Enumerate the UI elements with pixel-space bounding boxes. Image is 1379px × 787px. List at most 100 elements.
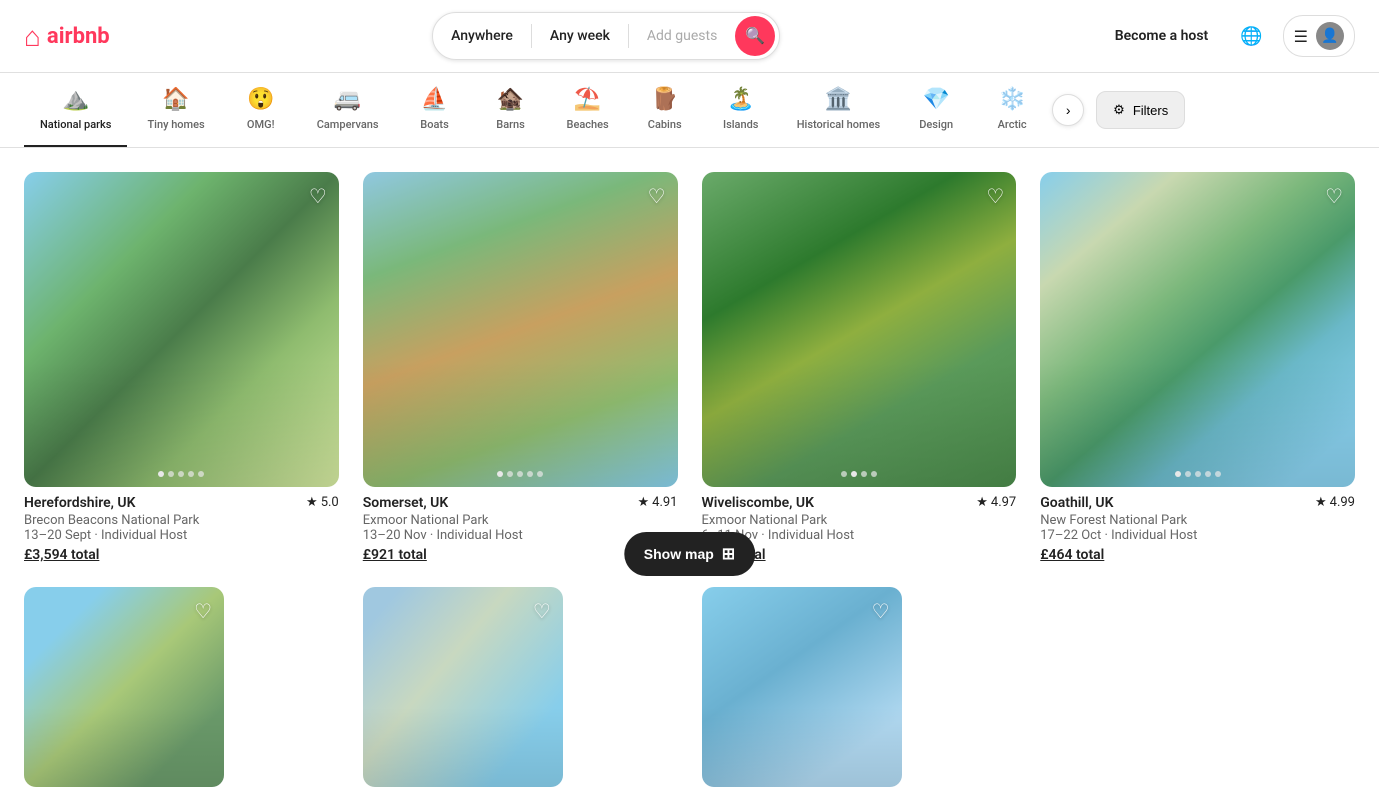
category-design[interactable]: 💎 Design: [900, 73, 972, 147]
category-boats[interactable]: ⛵ Boats: [399, 73, 471, 147]
dot: [1185, 471, 1191, 477]
listing-info: Goathill, UK ★ 4.99 New Forest National …: [1040, 487, 1355, 563]
listing-card[interactable]: ♡: [24, 587, 339, 787]
campervans-icon: 🚐: [334, 87, 361, 112]
dot: [1175, 471, 1181, 477]
star-icon: ★: [1315, 495, 1327, 510]
image-dots: [497, 471, 543, 477]
category-barns[interactable]: 🏚️ Barns: [475, 73, 547, 147]
category-beaches[interactable]: ⛱️ Beaches: [551, 73, 625, 147]
tiny-homes-label: Tiny homes: [147, 118, 204, 131]
language-button[interactable]: 🌐: [1232, 18, 1270, 55]
wishlist-button[interactable]: ♡: [648, 184, 666, 209]
image-dots: [841, 471, 877, 477]
listing-image: ♡: [1040, 172, 1355, 487]
location-text: Anywhere: [451, 28, 513, 44]
cabins-icon: 🪵: [651, 87, 678, 112]
dot: [851, 471, 857, 477]
barns-label: Barns: [496, 118, 525, 131]
listing-rating: ★ 4.99: [1315, 495, 1355, 510]
campervans-label: Campervans: [317, 118, 379, 131]
boats-label: Boats: [420, 118, 448, 131]
design-label: Design: [919, 118, 953, 131]
become-host-link[interactable]: Become a host: [1103, 20, 1220, 52]
search-dates[interactable]: Any week: [532, 13, 628, 59]
main-content: ♡ Herefordshire, UK ★ 5.0 Breco: [0, 148, 1379, 787]
national-parks-label: National parks: [40, 118, 111, 131]
dot: [1205, 471, 1211, 477]
header: ⌂ airbnb Anywhere Any week Add guests 🔍 …: [0, 0, 1379, 73]
arctic-label: Arctic: [998, 118, 1027, 131]
logo[interactable]: ⌂ airbnb: [24, 20, 110, 53]
category-omg[interactable]: 😲 OMG!: [225, 73, 297, 147]
dot: [507, 471, 513, 477]
listing-rating: ★ 4.91: [637, 495, 677, 510]
wishlist-button[interactable]: ♡: [533, 599, 551, 624]
dot: [1195, 471, 1201, 477]
listing-subtitle: Brecon Beacons National Park: [24, 513, 339, 528]
category-cabins[interactable]: 🪵 Cabins: [629, 73, 701, 147]
airbnb-logo-icon: ⌂: [24, 20, 41, 53]
dot: [178, 471, 184, 477]
guests-placeholder: Add guests: [647, 28, 717, 44]
star-icon: ★: [637, 495, 649, 510]
dot: [497, 471, 503, 477]
search-guests[interactable]: Add guests: [629, 13, 735, 59]
listing-card[interactable]: ♡ Goathill, UK ★ 4.99 New Fores: [1040, 172, 1355, 563]
listing-card[interactable]: ♡ Wiveliscombe, UK ★ 4.97 Exmoor Nationa…: [702, 172, 1017, 563]
historical-homes-label: Historical homes: [797, 118, 880, 131]
listing-image: ♡: [363, 587, 563, 787]
historical-homes-icon: 🏛️: [825, 87, 852, 112]
category-tiny-homes[interactable]: 🏠 Tiny homes: [131, 73, 220, 147]
cabins-label: Cabins: [648, 118, 682, 131]
listing-image: ♡: [702, 587, 902, 787]
rating-value: 4.91: [652, 495, 677, 510]
listing-title-row: Somerset, UK ★ 4.91: [363, 495, 678, 511]
beaches-icon: ⛱️: [574, 87, 601, 112]
wishlist-button[interactable]: ♡: [309, 184, 327, 209]
search-button[interactable]: 🔍: [735, 16, 775, 56]
listings-grid: ♡ Herefordshire, UK ★ 5.0 Breco: [24, 172, 1355, 563]
rating-value: 5.0: [321, 495, 339, 510]
wishlist-button[interactable]: ♡: [1325, 184, 1343, 209]
show-map-button[interactable]: Show map ⊞: [624, 532, 755, 576]
filters-button[interactable]: ⚙ Filters: [1096, 91, 1185, 129]
category-historical-homes[interactable]: 🏛️ Historical homes: [781, 73, 896, 147]
dates-text: Any week: [550, 28, 610, 44]
islands-icon: 🏝️: [727, 87, 754, 112]
category-islands[interactable]: 🏝️ Islands: [705, 73, 777, 147]
listing-card[interactable]: ♡ Herefordshire, UK ★ 5.0 Breco: [24, 172, 339, 563]
wishlist-button[interactable]: ♡: [986, 184, 1004, 209]
listing-card[interactable]: ♡ Somerset, UK ★ 4.91 Exmoor Na: [363, 172, 678, 563]
listing-subtitle: Exmoor National Park: [702, 513, 1017, 528]
listing-title-row: Wiveliscombe, UK ★ 4.97: [702, 495, 1017, 511]
listing-card[interactable]: ♡: [363, 587, 678, 787]
search-location[interactable]: Anywhere: [433, 13, 531, 59]
categories-scroll-button[interactable]: ›: [1052, 94, 1084, 126]
filters-icon: ⚙: [1113, 102, 1125, 118]
listing-title-row: Herefordshire, UK ★ 5.0: [24, 495, 339, 511]
wishlist-button[interactable]: ♡: [872, 599, 890, 624]
user-menu[interactable]: ☰ 👤: [1283, 15, 1355, 57]
category-national-parks[interactable]: ⛰️ National parks: [24, 73, 127, 147]
category-campervans[interactable]: 🚐 Campervans: [301, 73, 395, 147]
listing-card[interactable]: ♡: [702, 587, 1017, 787]
tiny-homes-icon: 🏠: [162, 87, 189, 112]
boats-icon: ⛵: [421, 87, 448, 112]
listing-info: Herefordshire, UK ★ 5.0 Brecon Beacons N…: [24, 487, 339, 563]
rating-value: 4.97: [991, 495, 1016, 510]
listing-location: Wiveliscombe, UK: [702, 495, 815, 511]
category-arctic[interactable]: ❄️ Arctic: [976, 73, 1048, 147]
star-icon: ★: [976, 495, 988, 510]
listing-subtitle: New Forest National Park: [1040, 513, 1355, 528]
listing-location: Somerset, UK: [363, 495, 448, 511]
avatar-icon: 👤: [1321, 28, 1338, 44]
listing-dates: 13–20 Sept · Individual Host: [24, 528, 339, 543]
show-map-container: Show map ⊞: [624, 532, 755, 576]
arctic-icon: ❄️: [998, 87, 1025, 112]
listing-location: Goathill, UK: [1040, 495, 1113, 511]
dot: [861, 471, 867, 477]
logo-text: airbnb: [47, 24, 110, 49]
wishlist-button[interactable]: ♡: [194, 599, 212, 624]
categories-bar: ⛰️ National parks 🏠 Tiny homes 😲 OMG! 🚐 …: [0, 73, 1379, 148]
